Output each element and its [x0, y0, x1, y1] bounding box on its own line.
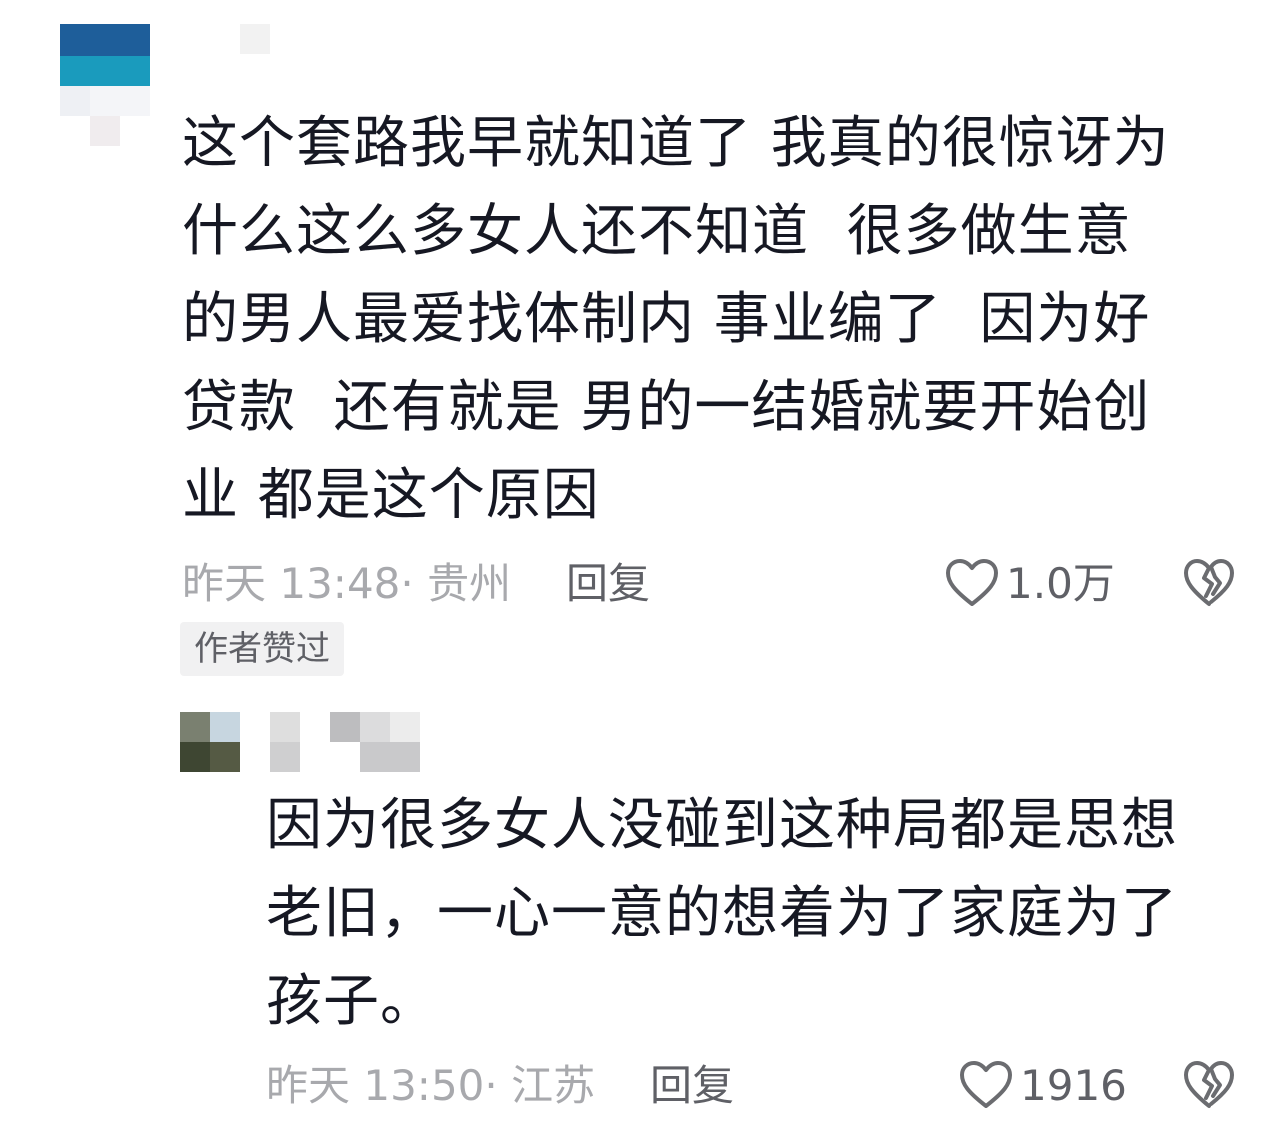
- heart-icon[interactable]: [958, 1058, 1014, 1114]
- timestamp: 昨天 13:50: [266, 1061, 485, 1110]
- reply-button[interactable]: 回复: [650, 1060, 734, 1112]
- location: · 江苏: [484, 1061, 596, 1110]
- username[interactable]: [270, 712, 422, 772]
- username[interactable]: [240, 24, 270, 54]
- broken-heart-icon[interactable]: [1182, 556, 1236, 612]
- timestamp: 昨天 13:48: [182, 559, 401, 608]
- broken-heart-icon[interactable]: [1182, 1058, 1236, 1114]
- reply-button[interactable]: 回复: [566, 558, 650, 610]
- like-count: 1916: [1020, 1061, 1127, 1110]
- author-liked-badge: 作者赞过: [180, 622, 344, 676]
- like-count: 1.0万: [1006, 559, 1115, 608]
- avatar[interactable]: [180, 712, 240, 772]
- comment-meta: 昨天 13:50· 江苏: [266, 1060, 595, 1112]
- avatar[interactable]: [60, 24, 152, 146]
- comment-text: 这个套路我早就知道了 我真的很惊讶为 什么这么多女人还不知道 很多做生意 的男人…: [182, 111, 1170, 528]
- comment-meta: 昨天 13:48· 贵州: [182, 558, 511, 610]
- comment-text: 因为很多女人没碰到这种局都是思想 老旧，一心一意的想着为了家庭为了 孩子。: [266, 793, 1178, 1034]
- heart-icon[interactable]: [944, 556, 1000, 612]
- location: · 贵州: [400, 559, 512, 608]
